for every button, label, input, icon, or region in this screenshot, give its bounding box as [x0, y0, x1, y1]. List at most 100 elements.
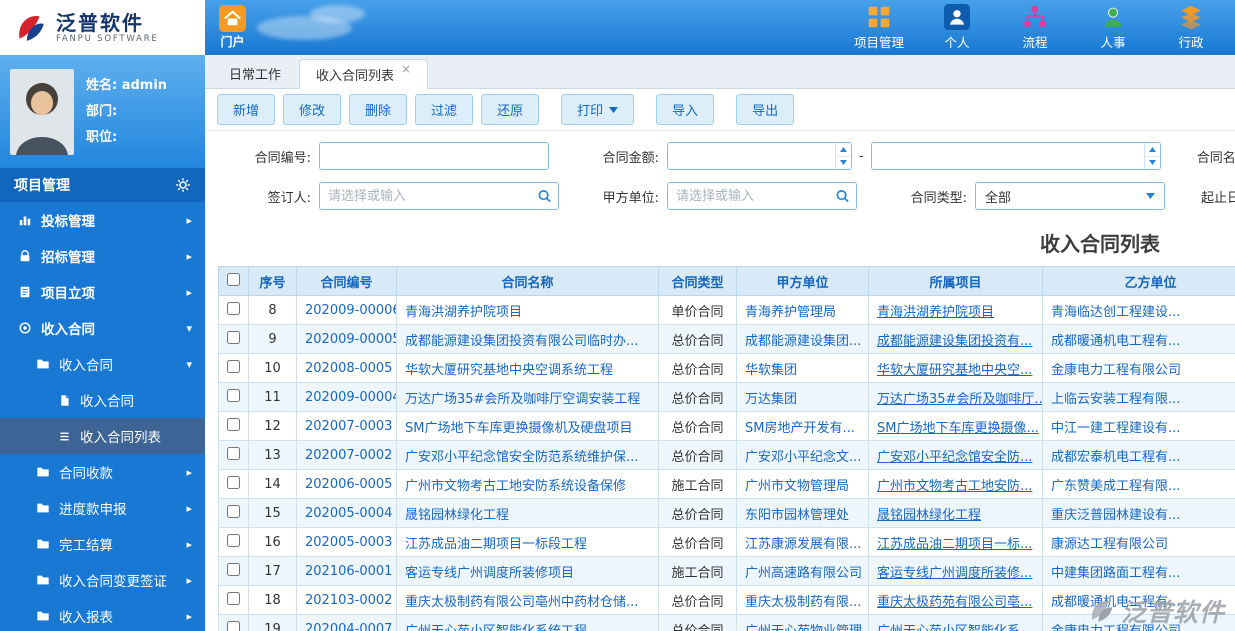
- sidebar-item-tender-management[interactable]: 招标管理 ▸: [0, 238, 205, 274]
- search-icon[interactable]: [835, 189, 850, 204]
- cell-project[interactable]: SM广场地下车库更换摄像...: [869, 412, 1043, 441]
- cell-contract-name[interactable]: 广州天心苑小区智能化系统工程: [397, 615, 659, 631]
- cell-party-a[interactable]: 广州天心苑物业管理...: [737, 615, 869, 631]
- cell-contract-no[interactable]: 202005-0004: [297, 499, 397, 528]
- cell-contract-name[interactable]: 重庆太极制药有限公司亳州中药材仓储...: [397, 586, 659, 615]
- cell-contract-no[interactable]: 202103-0002: [297, 586, 397, 615]
- contract-type-select[interactable]: 全部: [975, 182, 1165, 210]
- spinner-up-icon[interactable]: [1145, 143, 1160, 156]
- sidebar-item-income-contract[interactable]: 收入合同 ▾: [0, 310, 205, 346]
- cell-party-b[interactable]: 成都宏泰机电工程有...: [1043, 441, 1235, 470]
- sidebar-item-income-reports[interactable]: 收入报表 ▸: [0, 598, 205, 631]
- sidebar-item-income-contract-group[interactable]: 收入合同 ▾: [0, 346, 205, 382]
- party-a-input[interactable]: [667, 182, 857, 210]
- sidebar-item-contract-receipts[interactable]: 合同收款 ▸: [0, 454, 205, 490]
- row-checkbox[interactable]: [227, 534, 240, 547]
- cell-party-a[interactable]: SM房地产开发有...: [737, 412, 869, 441]
- cell-contract-no[interactable]: 202009-00005: [297, 325, 397, 354]
- cell-contract-no[interactable]: 202007-0003: [297, 412, 397, 441]
- sidebar-item-income-contract-list[interactable]: 收入合同列表: [0, 418, 205, 454]
- search-icon[interactable]: [537, 189, 552, 204]
- cell-party-a[interactable]: 成都能源建设集团...: [737, 325, 869, 354]
- spinner-down-icon[interactable]: [1145, 156, 1160, 170]
- cell-party-a[interactable]: 重庆太极制药有限...: [737, 586, 869, 615]
- cell-party-a[interactable]: 万达集团: [737, 383, 869, 412]
- cell-party-a[interactable]: 青海养护管理局: [737, 296, 869, 325]
- contract-no-input[interactable]: [319, 142, 549, 170]
- cell-party-b[interactable]: 成都暖通机电工程有...: [1043, 586, 1235, 615]
- cell-party-b[interactable]: 中建集团路面工程有...: [1043, 557, 1235, 586]
- nav-item-project-management[interactable]: 项目管理: [851, 4, 907, 51]
- cell-party-a[interactable]: 江苏康源发展有限...: [737, 528, 869, 557]
- cell-contract-no[interactable]: 202106-0001: [297, 557, 397, 586]
- row-checkbox[interactable]: [227, 592, 240, 605]
- row-checkbox[interactable]: [227, 621, 240, 631]
- gear-icon[interactable]: [175, 177, 191, 193]
- cell-contract-name[interactable]: 广安邓小平纪念馆安全防范系统维护保...: [397, 441, 659, 470]
- cell-contract-no[interactable]: 202009-00004: [297, 383, 397, 412]
- tab-income-contract-list[interactable]: 收入合同列表 ×: [299, 59, 428, 89]
- delete-button[interactable]: 删除: [349, 94, 407, 125]
- spinner-down-icon[interactable]: [836, 156, 851, 170]
- import-button[interactable]: 导入: [656, 94, 714, 125]
- cell-project[interactable]: 广安邓小平纪念馆安全防...: [869, 441, 1043, 470]
- cell-party-b[interactable]: 康源达工程有限公司: [1043, 528, 1235, 557]
- spinner-up-icon[interactable]: [836, 143, 851, 156]
- edit-button[interactable]: 修改: [283, 94, 341, 125]
- row-checkbox[interactable]: [227, 447, 240, 460]
- cell-party-a[interactable]: 广安邓小平纪念文...: [737, 441, 869, 470]
- amount-max-input[interactable]: [871, 142, 1161, 170]
- select-all-checkbox[interactable]: [227, 273, 240, 286]
- cell-party-a[interactable]: 华软集团: [737, 354, 869, 383]
- cell-party-a[interactable]: 广州高速路有限公司: [737, 557, 869, 586]
- cell-contract-no[interactable]: 202009-00006: [297, 296, 397, 325]
- cell-party-b[interactable]: 金康电力工程有限公司: [1043, 354, 1235, 383]
- cell-contract-no[interactable]: 202008-0005: [297, 354, 397, 383]
- cell-party-b[interactable]: 重庆泛普园林建设有...: [1043, 499, 1235, 528]
- cell-project[interactable]: 江苏成品油二期项目一标...: [869, 528, 1043, 557]
- sidebar-item-bid-management[interactable]: 投标管理 ▸: [0, 202, 205, 238]
- tab-close-icon[interactable]: ×: [401, 60, 411, 76]
- portal-nav-item[interactable]: 门户: [219, 5, 246, 50]
- cell-project[interactable]: 万达广场35#会所及咖啡厅...: [869, 383, 1043, 412]
- amount-min-input[interactable]: [667, 142, 852, 170]
- cell-party-a[interactable]: 东阳市园林管理处: [737, 499, 869, 528]
- cell-contract-no[interactable]: 202004-0007: [297, 615, 397, 631]
- sidebar-item-contract-change-visa[interactable]: 收入合同变更签证 ▸: [0, 562, 205, 598]
- cell-party-b[interactable]: 中江一建工程建设有...: [1043, 412, 1235, 441]
- print-button[interactable]: 打印: [561, 94, 634, 125]
- nav-item-hr[interactable]: 人事: [1085, 4, 1141, 51]
- cell-project[interactable]: 青海洪湖养护院项目: [869, 296, 1043, 325]
- cell-party-b[interactable]: 金康电力工程有限公司: [1043, 615, 1235, 631]
- row-checkbox[interactable]: [227, 302, 240, 315]
- cell-contract-name[interactable]: 晟铭园林绿化工程: [397, 499, 659, 528]
- signer-input[interactable]: [319, 182, 559, 210]
- cell-contract-no[interactable]: 202005-0003: [297, 528, 397, 557]
- cell-party-a[interactable]: 广州市文物管理局: [737, 470, 869, 499]
- cell-contract-name[interactable]: SM广场地下车库更换摄像机及硬盘项目: [397, 412, 659, 441]
- row-checkbox[interactable]: [227, 505, 240, 518]
- nav-item-personal[interactable]: 个人: [929, 4, 985, 51]
- row-checkbox[interactable]: [227, 418, 240, 431]
- row-checkbox[interactable]: [227, 476, 240, 489]
- cell-contract-name[interactable]: 成都能源建设集团投资有限公司临时办...: [397, 325, 659, 354]
- cell-project[interactable]: 晟铭园林绿化工程: [869, 499, 1043, 528]
- cell-contract-no[interactable]: 202007-0002: [297, 441, 397, 470]
- nav-item-workflow[interactable]: 流程: [1007, 4, 1063, 51]
- cell-party-b[interactable]: 广东赞美成工程有限...: [1043, 470, 1235, 499]
- cell-party-b[interactable]: 上临云安装工程有限...: [1043, 383, 1235, 412]
- nav-item-administration[interactable]: 行政: [1163, 4, 1219, 51]
- cell-contract-name[interactable]: 广州市文物考古工地安防系统设备保修: [397, 470, 659, 499]
- add-button[interactable]: 新增: [217, 94, 275, 125]
- cell-contract-name[interactable]: 万达广场35#会所及咖啡厅空调安装工程: [397, 383, 659, 412]
- cell-project[interactable]: 华软大厦研究基地中央空...: [869, 354, 1043, 383]
- cell-project[interactable]: 重庆太极药苑有限公司亳...: [869, 586, 1043, 615]
- cell-project[interactable]: 成都能源建设集团投资有...: [869, 325, 1043, 354]
- tab-daily-work[interactable]: 日常工作: [213, 58, 297, 88]
- cell-project[interactable]: 客运专线广州调度所装修...: [869, 557, 1043, 586]
- export-button[interactable]: 导出: [736, 94, 794, 125]
- cell-contract-name[interactable]: 青海洪湖养护院项目: [397, 296, 659, 325]
- sidebar-item-completion-settlement[interactable]: 完工结算 ▸: [0, 526, 205, 562]
- cell-party-b[interactable]: 青海临达创工程建设...: [1043, 296, 1235, 325]
- cell-project[interactable]: 广州天心苑小区智能化系...: [869, 615, 1043, 631]
